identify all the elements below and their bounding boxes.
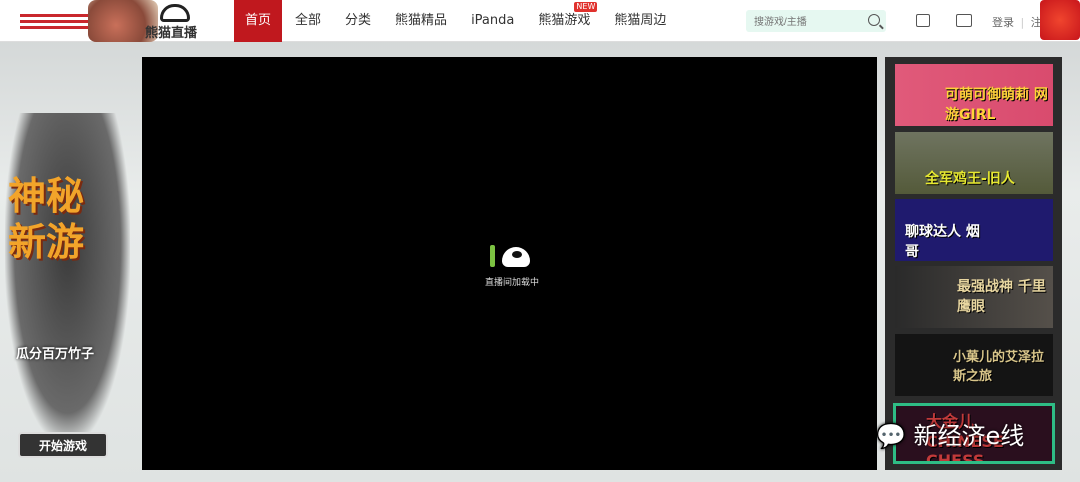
gift-icon[interactable] — [1040, 0, 1080, 40]
search-input[interactable] — [746, 11, 856, 34]
recommend-banner[interactable]: 聊球达人 烟哥 — [895, 199, 1053, 261]
nav-merch[interactable]: 熊猫周边 — [603, 0, 677, 42]
nav-home[interactable]: 首页 — [234, 0, 283, 42]
top-header: 熊猫直播 首页 全部 分类 熊猫精品 iPanda 熊猫游戏NEW 熊猫周边 登… — [0, 0, 1080, 42]
login-link[interactable]: 登录 — [992, 16, 1014, 29]
panda-loading-icon — [490, 245, 534, 269]
nav-categories[interactable]: 分类 — [334, 0, 382, 42]
video-player[interactable]: 直播间加载中 — [142, 57, 877, 470]
wechat-icon: 💬 — [876, 422, 906, 450]
watermark-text: 新经济e线 — [913, 422, 1025, 450]
nav-games-label: 熊猫游戏 — [538, 13, 591, 28]
divider: | — [1020, 16, 1025, 29]
ad-artwork — [5, 113, 130, 443]
logo-decoration — [20, 14, 90, 30]
loading-indicator: 直播间加载中 — [477, 245, 547, 288]
logo[interactable]: 熊猫直播 — [0, 0, 205, 42]
ad-subtitle: 瓜分百万竹子 — [16, 347, 95, 362]
video-icon[interactable] — [956, 14, 972, 27]
recommend-banner[interactable]: 可萌可御萌莉 网游GIRL — [895, 64, 1053, 126]
start-game-button[interactable]: 开始游戏 — [18, 432, 108, 458]
watermark: 💬 新经济e线 — [876, 416, 1024, 451]
loading-text: 直播间加载中 — [484, 278, 539, 288]
nav-all[interactable]: 全部 — [284, 0, 332, 42]
search-icon[interactable] — [868, 14, 880, 26]
new-badge: NEW — [574, 2, 598, 12]
nav-ipanda[interactable]: iPanda — [460, 0, 525, 42]
recommend-banner[interactable]: 小菓儿的艾泽拉斯之旅 — [895, 334, 1053, 396]
search-box — [746, 10, 886, 34]
recommend-banner[interactable]: 全军鸡王-旧人 — [895, 132, 1053, 194]
left-game-ad[interactable]: 神秘新游 瓜分百万竹子 开始游戏 — [0, 43, 140, 482]
recommend-banner[interactable]: 最强战神 千里鹰眼 — [895, 266, 1053, 328]
recommend-sidebar: 可萌可御萌莉 网游GIRL 全军鸡王-旧人 聊球达人 烟哥 最强战神 千里鹰眼 … — [885, 57, 1062, 470]
panda-logo-icon — [160, 4, 190, 22]
brand-name: 熊猫直播 — [145, 26, 198, 41]
download-icon[interactable] — [916, 14, 930, 27]
nav-games[interactable]: 熊猫游戏 NEW — [527, 0, 601, 42]
nav-featured[interactable]: 熊猫精品 — [384, 0, 458, 42]
main-nav: 首页 全部 分类 熊猫精品 iPanda 熊猫游戏 NEW 熊猫周边 — [234, 0, 679, 42]
ad-title: 神秘新游 — [8, 174, 85, 264]
